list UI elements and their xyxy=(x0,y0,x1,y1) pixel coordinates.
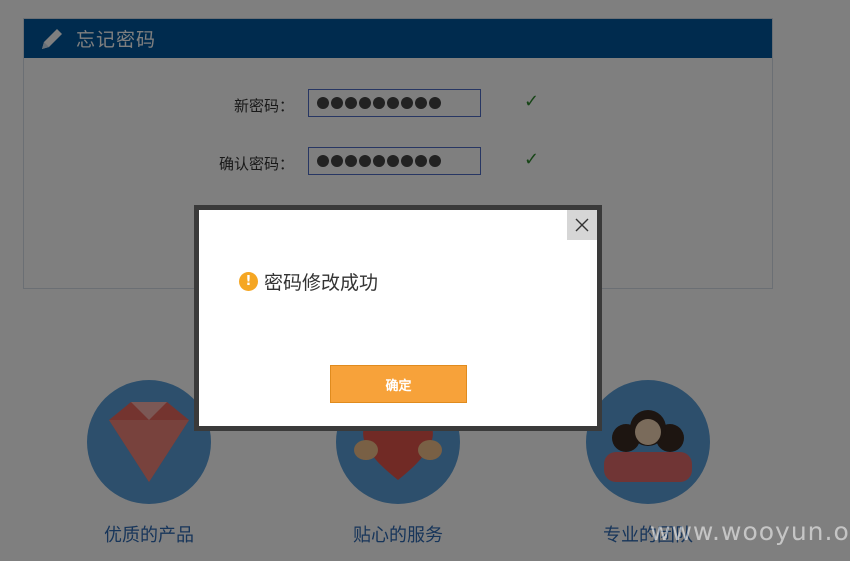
watermark: www.wooyun.org xyxy=(650,517,850,546)
close-icon xyxy=(575,218,589,232)
success-dialog: ! 密码修改成功 确定 xyxy=(194,205,602,431)
close-button[interactable] xyxy=(567,210,597,240)
dialog-message: ! 密码修改成功 xyxy=(239,268,378,295)
warning-icon: ! xyxy=(239,272,258,291)
ok-button[interactable]: 确定 xyxy=(330,365,467,403)
dialog-message-text: 密码修改成功 xyxy=(264,272,379,294)
